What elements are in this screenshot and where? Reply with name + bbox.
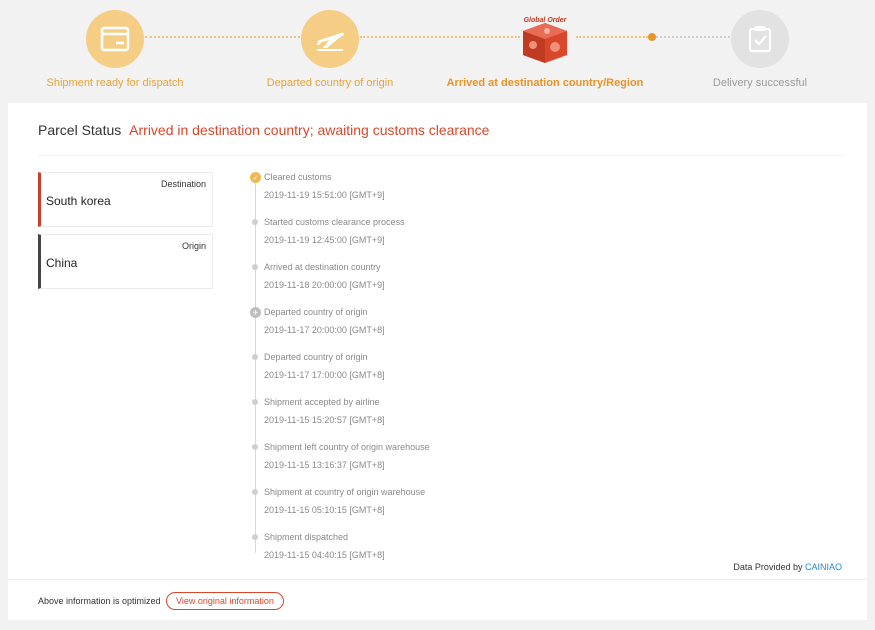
timeline-dot [252, 534, 258, 540]
plane-departure-icon [301, 10, 359, 68]
event-time: 2019-11-15 15:20:57 [GMT+8] [264, 415, 385, 425]
provider-label: Data Provided by [733, 562, 803, 572]
footer-divider [8, 579, 867, 580]
event-time: 2019-11-15 13:16:37 [GMT+8] [264, 460, 385, 470]
destination-country: South korea [46, 194, 111, 208]
event-time: 2019-11-18 20:00:00 [GMT+9] [264, 280, 385, 290]
step-ready-for-dispatch: Shipment ready for dispatch [15, 10, 215, 89]
status-value: Arrived in destination country; awaiting… [129, 122, 490, 138]
event-time: 2019-11-15 05:10:15 [GMT+8] [264, 505, 385, 515]
origin-card: Origin China [38, 234, 213, 289]
timeline-dot [252, 444, 258, 450]
timeline-dot [252, 354, 258, 360]
plane-icon: ✈ [250, 307, 261, 318]
event-title: Started customs clearance process [264, 217, 405, 227]
step-departed-origin: Departed country of origin [230, 10, 430, 89]
status-label: Parcel Status [38, 122, 122, 138]
step-delivery-successful: Delivery successful [660, 10, 860, 89]
step-label: Shipment ready for dispatch [46, 77, 184, 89]
timeline-dot [252, 489, 258, 495]
step-label: Departed country of origin [266, 77, 394, 89]
event-time: 2019-11-19 12:45:00 [GMT+9] [264, 235, 385, 245]
event-title: Shipment at country of origin warehouse [264, 487, 426, 497]
step-label: Delivery successful [712, 77, 808, 89]
destination-card: Destination South korea [38, 172, 213, 227]
event-title: Cleared customs [264, 172, 332, 182]
event-time: 2019-11-17 20:00:00 [GMT+8] [264, 325, 385, 335]
data-provider: Data Provided by CAINIAO [733, 562, 842, 572]
timeline-dot [252, 264, 258, 270]
origin-country: China [46, 256, 78, 270]
optimized-note: Above information is optimized [38, 596, 161, 606]
view-original-button[interactable]: View original information [166, 592, 284, 610]
divider [38, 155, 845, 156]
event-title: Departed country of origin [264, 307, 368, 317]
origin-tag: Origin [181, 241, 206, 251]
event-title: Shipment left country of origin warehous… [264, 442, 430, 452]
event-title: Arrived at destination country [264, 262, 381, 272]
destination-tag: Destination [160, 179, 206, 189]
event-time: 2019-11-19 15:51:00 [GMT+9] [264, 190, 385, 200]
provider-link[interactable]: CAINIAO [805, 562, 842, 572]
step-arrived-destination: Global Order Arrived at destination coun… [445, 10, 645, 89]
parcel-status: Parcel Status Arrived in destination cou… [38, 122, 489, 138]
event-title: Departed country of origin [264, 352, 368, 362]
event-time: 2019-11-15 04:40:15 [GMT+8] [264, 550, 385, 560]
clipboard-check-icon [731, 10, 789, 68]
event-title: Shipment dispatched [264, 532, 349, 542]
customs-icon: ✓ [250, 172, 261, 183]
event-time: 2019-11-17 17:00:00 [GMT+8] [264, 370, 385, 380]
step-label: Arrived at destination country/Region [446, 77, 644, 89]
timeline-dot [252, 399, 258, 405]
shipment-progress: Shipment ready for dispatch Departed cou… [0, 0, 875, 103]
global-order-box-icon: Global Order [516, 10, 574, 68]
timeline-line [255, 179, 256, 553]
svg-text:Global Order: Global Order [524, 17, 568, 24]
current-step-dot [648, 33, 656, 41]
timeline-dot [252, 219, 258, 225]
parcel-status-card: Parcel Status Arrived in destination cou… [8, 103, 867, 620]
parcel-icon [86, 10, 144, 68]
event-title: Shipment accepted by airline [264, 397, 380, 407]
